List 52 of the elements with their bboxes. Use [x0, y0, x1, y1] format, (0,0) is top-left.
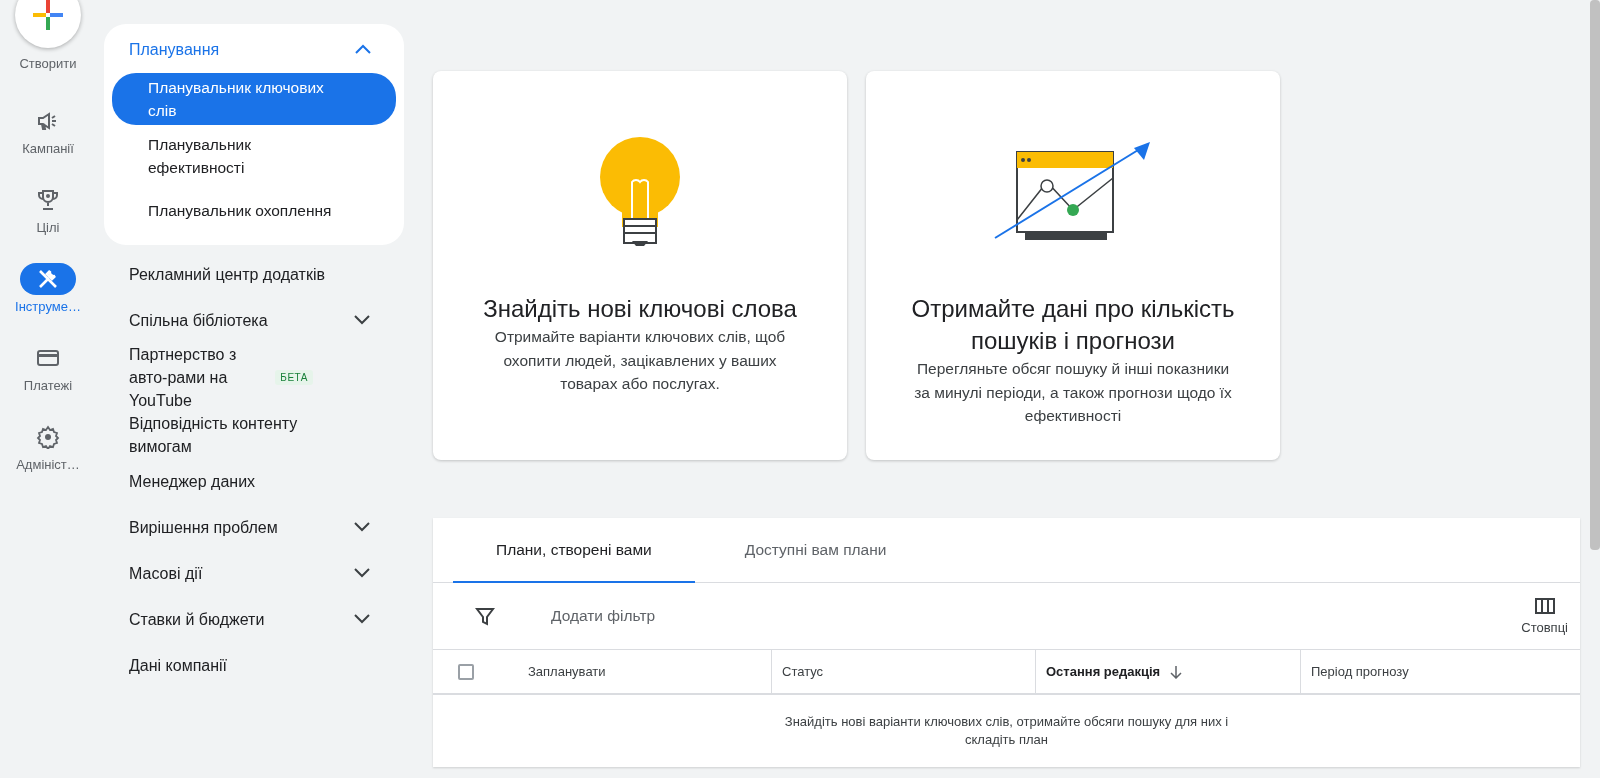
- nav-subitem[interactable]: Планувальник ефективності: [112, 130, 396, 182]
- rail-item[interactable]: Цілі: [3, 184, 93, 235]
- plans-tab[interactable]: Плани, створені вами: [453, 518, 695, 583]
- add-filter-button[interactable]: Додати фільтр: [545, 606, 1522, 626]
- data-point: [1067, 204, 1079, 216]
- feature-card[interactable]: Отримайте дані про кількість пошуків і прогнози Перегляньте обсяг пошуку й інші показники за минулі періоди, а також прогнози щодо їх ефективності: [866, 71, 1280, 460]
- nav-item[interactable]: Рекламний центр додатків: [104, 251, 404, 297]
- rail-item[interactable]: Кампанії: [3, 105, 93, 156]
- card-description: Перегляньте обсяг пошуку й інші показники за минулі періоди, а також прогнози щодо їх ефективності: [913, 359, 1233, 426]
- column-header[interactable]: Остання редакція: [1046, 664, 1161, 679]
- select-all-checkbox[interactable]: [458, 663, 474, 680]
- card-description: Отримайте варіанти ключових слів, щоб охопити людей, зацікавлених у ваших товарах або послугах.: [493, 327, 787, 394]
- beta-badge: БЕТА: [275, 370, 313, 385]
- filter-icon: [475, 606, 495, 626]
- settings-icon: [36, 425, 60, 449]
- nav-item[interactable]: Менеджер даних: [104, 458, 404, 504]
- columns-icon: [1534, 597, 1555, 614]
- plans-tab[interactable]: Доступні вам плани: [694, 518, 930, 583]
- chevron-down-icon: [353, 567, 371, 579]
- nav-item[interactable]: Відповідність контенту вимогам: [104, 412, 404, 458]
- create-label: Створити: [19, 56, 77, 71]
- chevron-down-icon: [353, 314, 371, 326]
- columns-button[interactable]: Стовпці: [1521, 597, 1568, 635]
- card-title: Знайдіть нові ключові слова: [483, 294, 797, 324]
- plus-icon: [33, 0, 63, 30]
- nav-item[interactable]: Партнерство з авто-рами на YouTube БЕТА: [104, 343, 404, 412]
- chevron-down-icon: [353, 613, 371, 625]
- scrollbar-thumb[interactable]: [1590, 0, 1600, 550]
- data-point: [1040, 179, 1054, 193]
- rail-item[interactable]: Адмініст…: [3, 421, 93, 472]
- nav-subitem[interactable]: Планувальник охоплення: [112, 187, 396, 233]
- rail-item[interactable]: Платежі: [3, 342, 93, 393]
- nav-item[interactable]: Дані компанії: [104, 642, 404, 688]
- nav-item[interactable]: Масові дії: [104, 550, 404, 596]
- nav-item[interactable]: Планування: [112, 30, 396, 68]
- rail-item[interactable]: Інструме…: [3, 263, 93, 314]
- card-title: Отримайте дані про кількість пошуків і прогнози: [910, 294, 1236, 356]
- trophy-icon: [36, 188, 60, 212]
- feature-card[interactable]: Знайдіть нові ключові слова Отримайте варіанти ключових слів, щоб охопити людей, зацікавлених у ваших товарах або послугах.: [433, 71, 847, 460]
- column-header[interactable]: Запланувати: [528, 664, 606, 679]
- column-header[interactable]: Статус: [782, 664, 824, 679]
- sort-down-icon: [1170, 664, 1183, 679]
- nav-item[interactable]: Вирішення проблем: [104, 504, 404, 550]
- create-button[interactable]: [15, 0, 81, 48]
- nav-item[interactable]: Спільна бібліотека: [104, 297, 404, 343]
- chevron-down-icon: [353, 521, 371, 533]
- empty-state-message: Знайдіть нові варіанти ключових слів, отримайте обсяги пошуку для них і складіть план: [783, 713, 1230, 749]
- filter-button[interactable]: [475, 606, 495, 626]
- chevron-up-icon: [354, 43, 372, 55]
- nav-subitem[interactable]: Планувальник ключових слів: [112, 73, 396, 125]
- column-header[interactable]: Період прогнозу: [1311, 664, 1409, 679]
- nav-item[interactable]: Ставки й бюджети: [104, 596, 404, 642]
